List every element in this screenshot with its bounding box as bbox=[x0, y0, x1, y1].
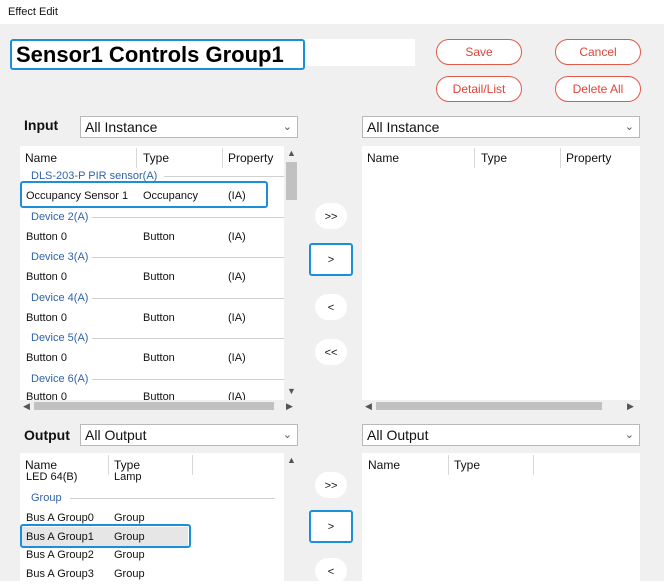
group-header: Group bbox=[31, 492, 62, 504]
scrollbar-thumb[interactable] bbox=[34, 402, 274, 410]
column-header-name[interactable]: Name bbox=[368, 458, 400, 472]
group-header: Device 4(A) bbox=[31, 292, 89, 304]
list-item-name[interactable]: Button 0 bbox=[26, 271, 67, 283]
chevron-down-icon: ⌄ bbox=[624, 429, 634, 441]
list-item-type[interactable]: Button bbox=[143, 312, 175, 324]
column-header-name[interactable]: Name bbox=[25, 458, 57, 472]
input-section-label: Input bbox=[24, 117, 59, 133]
input-selected-filter-select[interactable]: All Instance ⌄ bbox=[362, 116, 640, 138]
add-button[interactable]: > bbox=[309, 243, 353, 276]
column-separator[interactable] bbox=[192, 455, 193, 475]
scroll-up-icon[interactable]: ▲ bbox=[287, 148, 296, 158]
column-header-property[interactable]: Property bbox=[228, 151, 273, 165]
scroll-right-icon[interactable]: ▶ bbox=[286, 401, 293, 412]
chevron-down-icon: ⌄ bbox=[282, 121, 292, 133]
scroll-left-icon[interactable]: ◀ bbox=[365, 401, 372, 412]
effect-name-field-background bbox=[10, 39, 415, 70]
window-titlebar: Effect Edit bbox=[0, 0, 664, 24]
list-item-property[interactable]: (IA) bbox=[228, 352, 246, 364]
list-item-property[interactable]: (IA) bbox=[228, 231, 246, 243]
detail-list-button[interactable]: Detail/List bbox=[436, 76, 522, 102]
column-separator[interactable] bbox=[136, 148, 137, 168]
column-header-name[interactable]: Name bbox=[367, 151, 399, 165]
output-selected-list[interactable]: Name Type bbox=[362, 453, 640, 581]
group-header: Device 5(A) bbox=[31, 332, 89, 344]
list-item-name[interactable]: Bus A Group3 bbox=[26, 568, 94, 580]
horizontal-scrollbar[interactable]: ◀ ▶ bbox=[362, 400, 640, 412]
cancel-button[interactable]: Cancel bbox=[555, 39, 641, 65]
effect-name-input[interactable] bbox=[10, 39, 305, 70]
output-selected-filter-value: All Output bbox=[367, 427, 429, 443]
scroll-down-icon[interactable]: ▼ bbox=[287, 386, 296, 396]
vertical-scrollbar[interactable]: ▲ ▼ bbox=[284, 146, 299, 400]
scrollbar-thumb[interactable] bbox=[376, 402, 602, 410]
column-header-type[interactable]: Type bbox=[143, 151, 169, 165]
group-header: Device 6(A) bbox=[31, 373, 89, 385]
remove-button[interactable]: < bbox=[315, 294, 347, 320]
column-header-name[interactable]: Name bbox=[25, 151, 57, 165]
selection-highlight-box bbox=[20, 181, 268, 208]
scroll-up-icon[interactable]: ▲ bbox=[287, 455, 296, 465]
group-divider bbox=[92, 257, 284, 258]
list-item-type[interactable]: Lamp bbox=[114, 471, 142, 483]
column-header-property[interactable]: Property bbox=[566, 151, 611, 165]
column-separator[interactable] bbox=[222, 148, 223, 168]
group-divider bbox=[92, 379, 284, 380]
column-header-type[interactable]: Type bbox=[481, 151, 507, 165]
chevron-down-icon: ⌄ bbox=[624, 121, 634, 133]
list-item-type[interactable]: Button bbox=[143, 352, 175, 364]
input-selected-filter-value: All Instance bbox=[367, 119, 440, 135]
column-separator[interactable] bbox=[448, 455, 449, 475]
add-all-button[interactable]: >> bbox=[315, 203, 347, 229]
column-header-type[interactable]: Type bbox=[114, 458, 140, 472]
save-button[interactable]: Save bbox=[436, 39, 522, 65]
list-item-type[interactable]: Button bbox=[143, 271, 175, 283]
scroll-right-icon[interactable]: ▶ bbox=[627, 401, 634, 412]
group-divider bbox=[92, 217, 284, 218]
group-divider bbox=[92, 298, 284, 299]
input-filter-select[interactable]: All Instance ⌄ bbox=[80, 116, 298, 138]
list-item-type[interactable]: Group bbox=[114, 568, 145, 580]
output-filter-select[interactable]: All Output ⌄ bbox=[80, 424, 298, 446]
input-filter-value: All Instance bbox=[85, 119, 158, 135]
remove-all-button[interactable]: << bbox=[315, 339, 347, 365]
list-item-name[interactable]: LED 64(B) bbox=[26, 471, 77, 483]
scroll-left-icon[interactable]: ◀ bbox=[23, 401, 30, 412]
list-item-type[interactable]: Button bbox=[143, 231, 175, 243]
output-filter-value: All Output bbox=[85, 427, 147, 443]
remove-button[interactable]: < bbox=[315, 558, 347, 584]
list-item-property[interactable]: (IA) bbox=[228, 271, 246, 283]
list-item-name[interactable]: Button 0 bbox=[26, 352, 67, 364]
delete-all-button[interactable]: Delete All bbox=[555, 76, 641, 102]
column-separator[interactable] bbox=[108, 455, 109, 475]
group-header: Device 2(A) bbox=[31, 211, 89, 223]
group-divider bbox=[70, 498, 275, 499]
list-item-property[interactable]: (IA) bbox=[228, 312, 246, 324]
list-item-name[interactable]: Bus A Group2 bbox=[26, 549, 94, 561]
selection-highlight-box bbox=[20, 524, 191, 548]
column-separator[interactable] bbox=[533, 455, 534, 475]
chevron-down-icon: ⌄ bbox=[282, 429, 292, 441]
group-header: Device 3(A) bbox=[31, 251, 89, 263]
column-separator[interactable] bbox=[474, 148, 475, 168]
add-button[interactable]: > bbox=[309, 510, 353, 543]
list-item-type[interactable]: Group bbox=[114, 512, 145, 524]
list-item-name[interactable]: Bus A Group0 bbox=[26, 512, 94, 524]
output-selected-filter-select[interactable]: All Output ⌄ bbox=[362, 424, 640, 446]
list-item-type[interactable]: Group bbox=[114, 549, 145, 561]
window-title: Effect Edit bbox=[8, 6, 58, 18]
group-divider bbox=[92, 338, 284, 339]
vertical-scrollbar[interactable]: ▲ bbox=[284, 453, 299, 581]
list-item-name[interactable]: Button 0 bbox=[26, 312, 67, 324]
output-section-label: Output bbox=[24, 427, 70, 443]
list-item-name[interactable]: Button 0 bbox=[26, 231, 67, 243]
scrollbar-thumb[interactable] bbox=[286, 162, 297, 200]
horizontal-scrollbar[interactable]: ◀ ▶ bbox=[20, 400, 299, 412]
output-available-list[interactable]: Name Type LED 64(B) Lamp Group Bus A Gro… bbox=[20, 453, 299, 581]
column-header-type[interactable]: Type bbox=[454, 458, 480, 472]
input-selected-list[interactable]: Name Type Property ◀ ▶ bbox=[362, 146, 640, 412]
column-separator[interactable] bbox=[560, 148, 561, 168]
group-divider bbox=[164, 176, 284, 177]
add-all-button[interactable]: >> bbox=[315, 472, 347, 498]
